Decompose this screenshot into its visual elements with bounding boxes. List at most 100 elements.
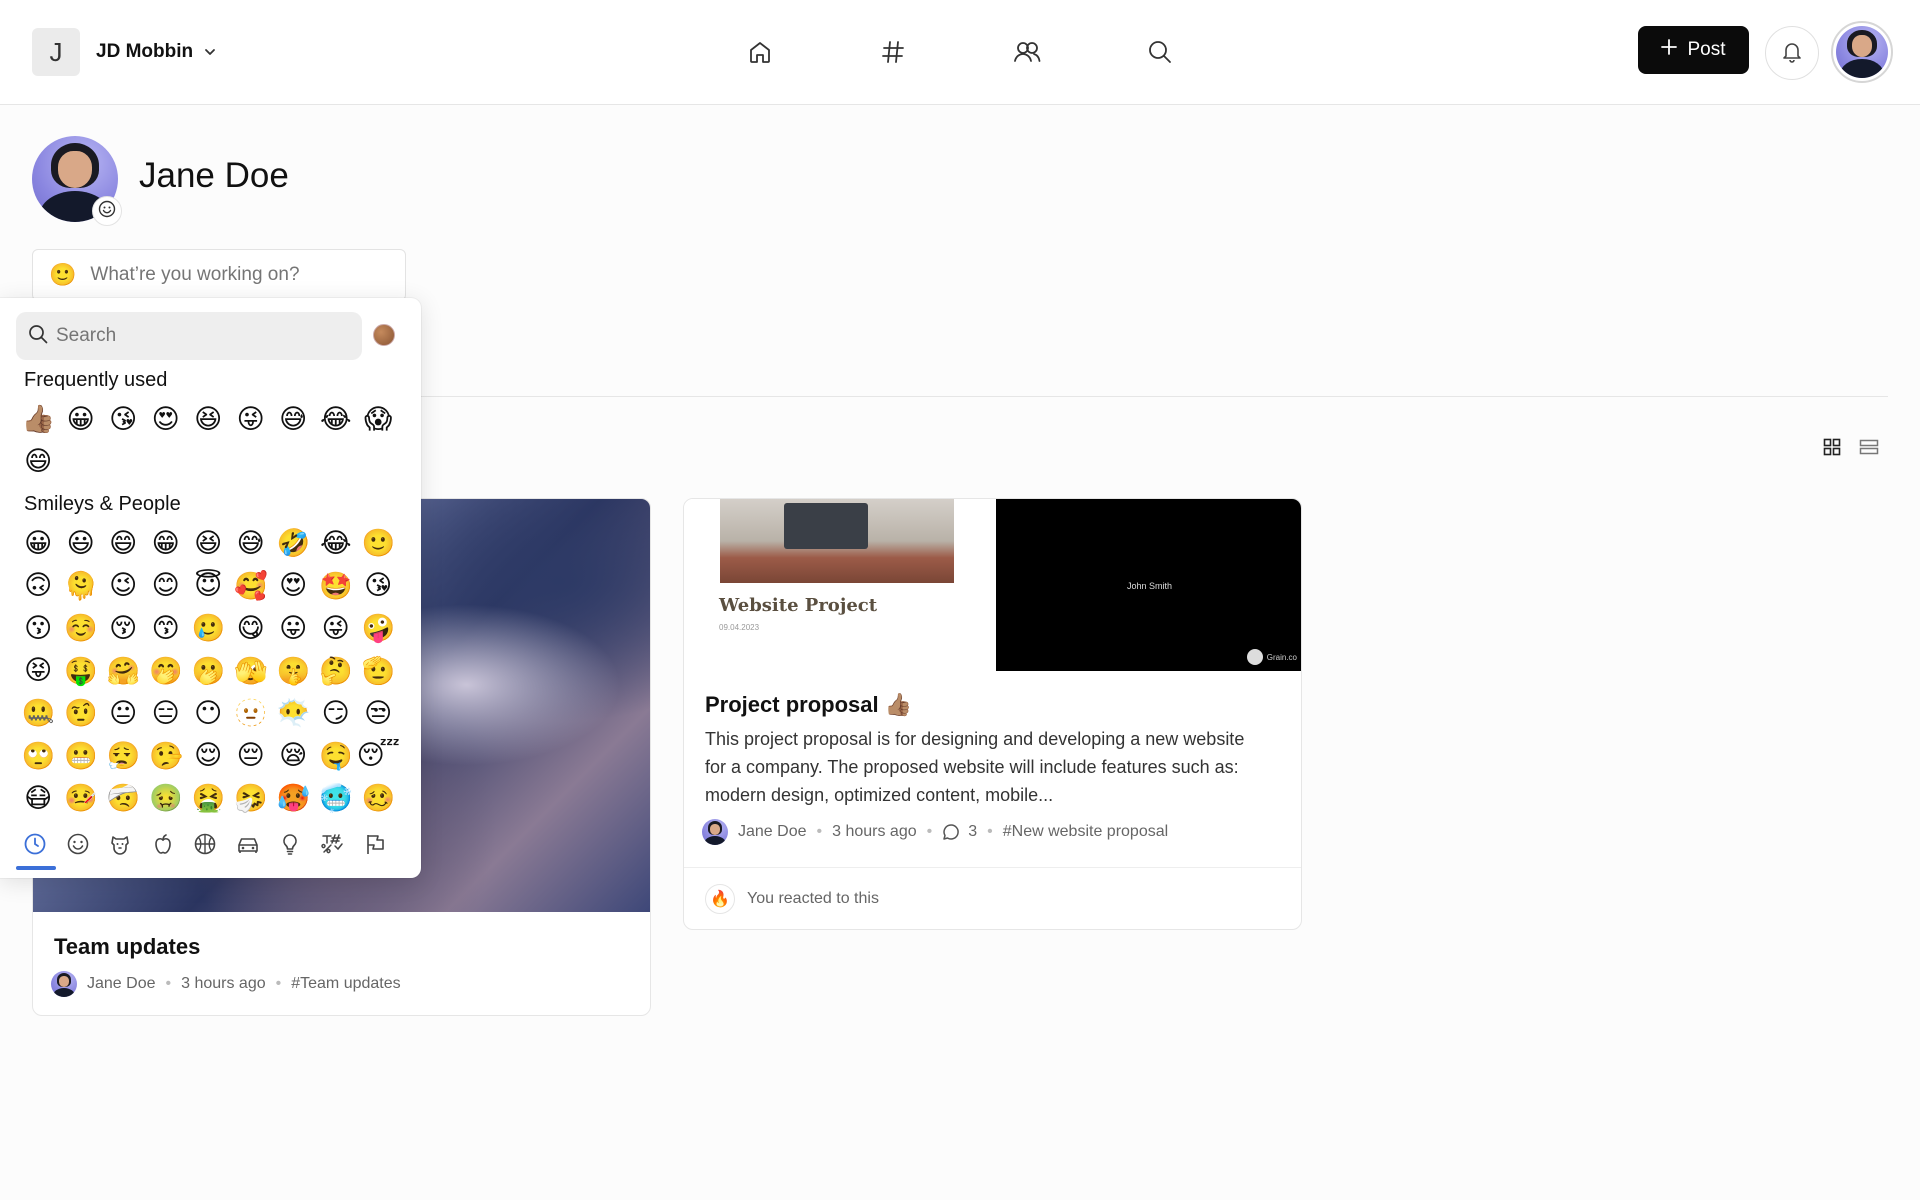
emoji-option[interactable]: 😪 — [272, 735, 315, 778]
emoji-option[interactable]: 🫢 — [187, 650, 230, 693]
emoji-option[interactable]: 😝 — [17, 650, 60, 693]
emoji-option[interactable]: 🫣 — [230, 650, 273, 693]
recent-category-tab[interactable] — [14, 826, 57, 870]
emoji-option[interactable]: 🙄 — [17, 735, 60, 778]
emoji-option[interactable]: 🤩 — [315, 565, 358, 608]
emoji-option[interactable]: 😃 — [60, 522, 103, 565]
emoji-option[interactable]: 😒 — [357, 692, 400, 735]
emoji-option[interactable]: 🫡 — [357, 650, 400, 693]
emoji-option[interactable]: 😮‍💨 — [102, 735, 145, 778]
travel-category-tab[interactable] — [227, 826, 270, 866]
emoji-option[interactable]: 🤑 — [60, 650, 103, 693]
list-view-toggle[interactable] — [1858, 438, 1880, 460]
emoji-option[interactable]: 🤔 — [315, 650, 358, 693]
user-avatar[interactable] — [1831, 21, 1893, 83]
emoji-option[interactable]: 🤒 — [60, 777, 103, 820]
emoji-option[interactable]: 🤗 — [102, 650, 145, 693]
emoji-option[interactable]: 🙂 — [357, 522, 400, 565]
emoji-option[interactable]: 🥲 — [187, 607, 230, 650]
emoji-option[interactable]: 😊 — [145, 565, 188, 608]
post-tag[interactable]: #New website proposal — [1003, 823, 1168, 841]
emoji-option[interactable]: 🤧 — [230, 777, 273, 820]
animals-category-tab[interactable] — [99, 826, 142, 866]
emoji-option[interactable]: 😀 — [60, 398, 103, 441]
emoji-option[interactable]: 😄 — [17, 441, 60, 484]
emoji-option[interactable]: 🥴 — [357, 777, 400, 820]
emoji-option[interactable]: 😍 — [272, 565, 315, 608]
emoji-option[interactable]: 😬 — [60, 735, 103, 778]
fire-reaction-button[interactable]: 🔥 — [705, 884, 735, 914]
status-emoji[interactable]: 🙂 — [49, 262, 76, 288]
emoji-option[interactable]: 😂 — [315, 398, 358, 441]
emoji-option[interactable]: 😙 — [145, 607, 188, 650]
emoji-option[interactable]: 😴 — [357, 735, 400, 778]
emoji-option[interactable]: 😑 — [145, 692, 188, 735]
emoji-option[interactable]: 😉 — [102, 565, 145, 608]
emoji-option[interactable]: 😏 — [315, 692, 358, 735]
emoji-option[interactable]: 😂 — [315, 522, 358, 565]
emoji-option[interactable]: 😅 — [272, 398, 315, 441]
emoji-option[interactable]: 😀 — [17, 522, 60, 565]
emoji-option[interactable]: 😶 — [187, 692, 230, 735]
emoji-option[interactable]: ☺️ — [60, 607, 103, 650]
emoji-option[interactable]: 🤣 — [272, 522, 315, 565]
emoji-option[interactable]: 😷 — [17, 777, 60, 820]
emoji-option[interactable]: 🤢 — [145, 777, 188, 820]
emoji-option[interactable]: 😅 — [230, 522, 273, 565]
emoji-option[interactable]: 😜 — [230, 398, 273, 441]
emoji-option[interactable]: 😇 — [187, 565, 230, 608]
people-icon[interactable] — [1007, 32, 1047, 72]
post-tag[interactable]: #Team updates — [291, 975, 400, 993]
emoji-option[interactable]: 😌 — [187, 735, 230, 778]
emoji-option[interactable]: 😍 — [145, 398, 188, 441]
emoji-option[interactable]: 🤫 — [272, 650, 315, 693]
emoji-option[interactable]: 😄 — [102, 522, 145, 565]
emoji-option[interactable]: 🤮 — [187, 777, 230, 820]
emoji-option[interactable]: 😶‍🌫️ — [272, 692, 315, 735]
post-button[interactable]: Post — [1638, 26, 1749, 74]
emoji-option[interactable]: 😋 — [230, 607, 273, 650]
emoji-option[interactable]: 😘 — [357, 565, 400, 608]
emoji-option[interactable]: 😗 — [17, 607, 60, 650]
search-icon[interactable] — [1140, 32, 1180, 72]
emoji-option[interactable]: 🤐 — [17, 692, 60, 735]
emoji-option[interactable]: 😚 — [102, 607, 145, 650]
hashtag-icon[interactable] — [873, 32, 913, 72]
flags-category-tab[interactable] — [354, 826, 397, 866]
emoji-option[interactable]: 😘 — [102, 398, 145, 441]
author-name[interactable]: Jane Doe — [738, 823, 807, 841]
emoji-option[interactable]: 🫥 — [230, 692, 273, 735]
post-card-project-proposal[interactable]: Website Project 09.04.2023 John Smith Gr… — [683, 498, 1302, 930]
emoji-option[interactable]: 🤤 — [315, 735, 358, 778]
comment-count[interactable]: 3 — [968, 823, 977, 841]
skin-tone-selector[interactable] — [373, 324, 395, 346]
notifications-button[interactable] — [1765, 26, 1819, 80]
emoji-option[interactable]: 🥶 — [315, 777, 358, 820]
video-thumbnail[interactable]: John Smith Grain.co — [996, 499, 1301, 671]
smileys-category-tab[interactable] — [57, 826, 100, 866]
emoji-option[interactable]: 😱 — [357, 398, 400, 441]
emoji-option[interactable]: 🥵 — [272, 777, 315, 820]
emoji-option[interactable]: 😔 — [230, 735, 273, 778]
emoji-search-input[interactable] — [56, 325, 346, 347]
emoji-option[interactable]: 🥰 — [230, 565, 273, 608]
emoji-option[interactable]: 🙃 — [17, 565, 60, 608]
emoji-option[interactable]: 🤨 — [60, 692, 103, 735]
emoji-option[interactable]: 🤥 — [145, 735, 188, 778]
objects-category-tab[interactable] — [269, 826, 312, 866]
emoji-option[interactable]: 😐 — [102, 692, 145, 735]
emoji-option[interactable]: 😜 — [315, 607, 358, 650]
emoji-option[interactable]: 🤕 — [102, 777, 145, 820]
author-name[interactable]: Jane Doe — [87, 975, 156, 993]
emoji-option[interactable]: 👍🏽 — [17, 398, 60, 441]
activity-category-tab[interactable] — [184, 826, 227, 866]
symbols-category-tab[interactable] — [312, 826, 355, 866]
food-category-tab[interactable] — [142, 826, 185, 866]
set-status-emoji-button[interactable] — [92, 196, 122, 226]
status-input[interactable] — [90, 264, 391, 286]
emoji-option[interactable]: 🤪 — [357, 607, 400, 650]
grid-view-toggle[interactable] — [1821, 438, 1843, 460]
comment-icon[interactable] — [942, 823, 960, 841]
emoji-option[interactable]: 😛 — [272, 607, 315, 650]
emoji-option[interactable]: 🤭 — [145, 650, 188, 693]
